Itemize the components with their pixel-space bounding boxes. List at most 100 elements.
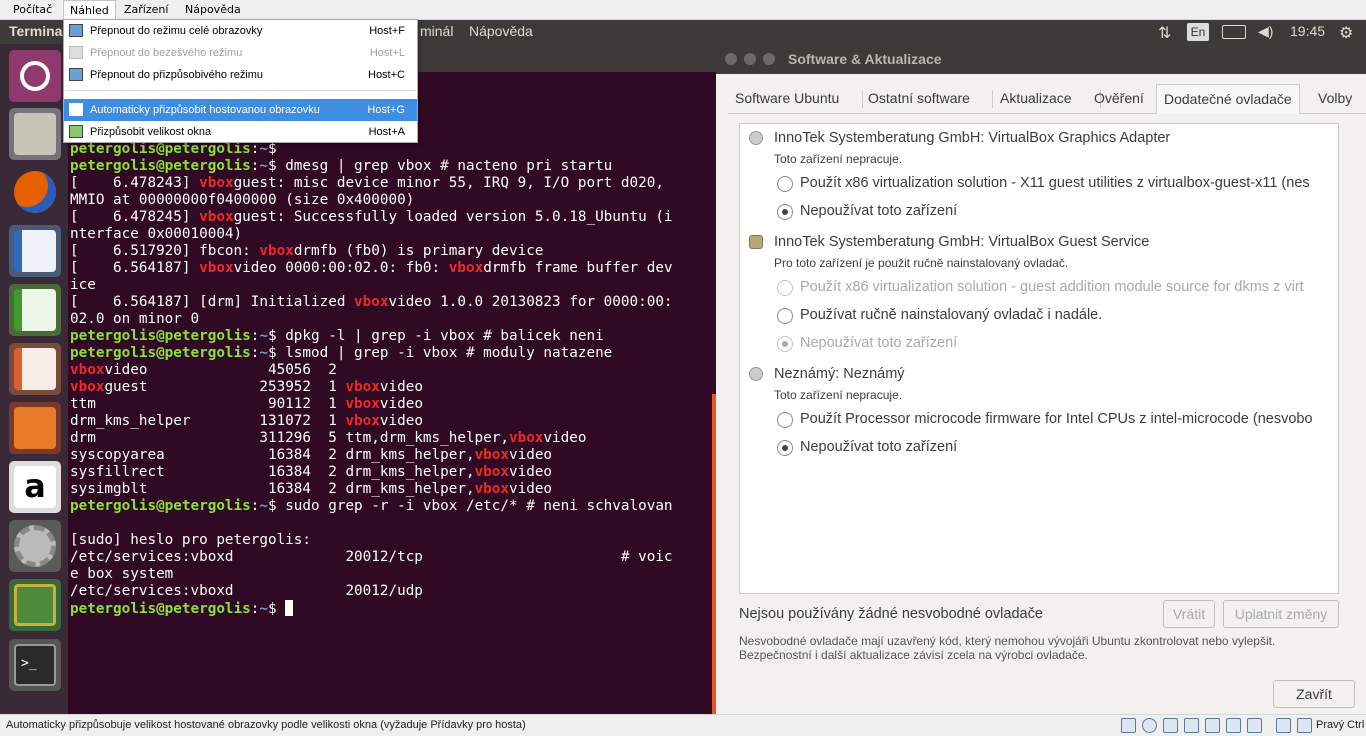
- capture-icon[interactable]: [1276, 718, 1291, 733]
- usb-icon[interactable]: [1205, 718, 1220, 733]
- minimize-window-icon[interactable]: [744, 53, 756, 65]
- grep-match: vbox: [199, 209, 234, 225]
- display-icon[interactable]: [1247, 718, 1262, 733]
- terminal-text: $ dmesg | grep vbox # nacteno pri startu: [267, 158, 613, 174]
- terminal-text: ~: [259, 328, 268, 344]
- menu-nahled[interactable]: Náhled: [63, 0, 116, 20]
- terminal-text: guest 253952 1: [104, 379, 346, 395]
- menu-pocitac[interactable]: Počítač: [7, 0, 58, 20]
- terminal-text: video: [509, 464, 553, 480]
- drivers-note-line2: Bezpečnostní i další aktualizace závisí …: [739, 648, 1088, 662]
- radio-button[interactable]: [777, 280, 793, 296]
- menu-help[interactable]: Nápověda: [469, 23, 533, 39]
- apply-changes-button[interactable]: Uplatnit změny: [1223, 600, 1339, 628]
- unity-launcher: a >_: [0, 44, 68, 714]
- writer-icon[interactable]: [9, 225, 61, 277]
- terminal-text: video: [379, 379, 423, 395]
- device-status: Pro toto zařízení je použit ručně nainst…: [774, 256, 1069, 270]
- terminal-line: ttm 90112 1 vboxvideo: [70, 396, 673, 413]
- device-status: Toto zařízení nepracuje.: [774, 388, 903, 402]
- software-center-icon[interactable]: [9, 402, 61, 454]
- driver-option-radio[interactable]: Použít x86 virtualization solution - gue…: [777, 278, 1357, 298]
- terminal-text: video 45056 2: [104, 362, 337, 378]
- files-icon[interactable]: [9, 108, 61, 160]
- grep-match: vbox: [508, 430, 544, 446]
- battery-icon[interactable]: [1222, 25, 1246, 39]
- power-gear-icon[interactable]: ⚙: [1339, 23, 1353, 43]
- maximize-window-icon[interactable]: [763, 53, 775, 65]
- amazon-icon[interactable]: a: [9, 461, 61, 513]
- terminal-icon[interactable]: >_: [9, 639, 61, 691]
- grep-match: vbox: [474, 481, 509, 497]
- terminal-text: drm_kms_helper 131072 1: [70, 413, 346, 429]
- revert-button[interactable]: Vrátit: [1163, 600, 1215, 628]
- menu-item-label: Přepnout do bezešvého režimu: [90, 47, 243, 59]
- tab-updates[interactable]: Aktualizace: [993, 84, 1079, 114]
- terminal-line: sysimgblt 16384 2 drm_kms_helper,vboxvid…: [70, 481, 673, 498]
- driver-option-radio[interactable]: Používat ručně nainstalovaný ovladač i n…: [777, 306, 1357, 326]
- hard-disk-icon[interactable]: [1121, 718, 1136, 733]
- terminal-text: syscopyarea 16384 2 drm_kms_helper,: [70, 447, 475, 463]
- firefox-icon[interactable]: [9, 166, 61, 218]
- radio-button[interactable]: [777, 308, 793, 324]
- seamless-icon: [69, 46, 83, 59]
- radio-button[interactable]: [777, 204, 793, 220]
- calc-icon[interactable]: [9, 284, 61, 336]
- radio-button[interactable]: [777, 440, 793, 456]
- terminal-text: video: [379, 413, 423, 429]
- driver-option-radio[interactable]: Nepoužívat toto zařízení: [777, 334, 1357, 354]
- menu-terminal[interactable]: minál: [420, 23, 453, 39]
- grep-match: vbox: [70, 379, 105, 395]
- driver-option-radio[interactable]: Použít Processor microcode firmware for …: [777, 410, 1357, 430]
- tab-other-software[interactable]: Ostatní software: [861, 84, 977, 114]
- audio-icon[interactable]: [1163, 718, 1178, 733]
- terminal-text: video: [509, 481, 553, 497]
- mouse-integration-icon[interactable]: [1297, 718, 1312, 733]
- terminal-window[interactable]: petergolis@petergolis:~$ petergolis@peter…: [68, 44, 716, 714]
- tab-options[interactable]: Volby: [1311, 84, 1359, 114]
- clock[interactable]: 19:45: [1290, 23, 1325, 39]
- terminal-text: $ sudo grep -r -i vbox /etc/* # neni sch…: [267, 498, 673, 514]
- network-updown-icon[interactable]: ⇅: [1158, 23, 1171, 43]
- terminal-text: drmfb (fb0) is primary device: [293, 243, 544, 259]
- close-window-icon[interactable]: [725, 53, 737, 65]
- terminal-text: [ 6.564187] [drm] Initialized: [70, 294, 355, 310]
- impress-icon[interactable]: [9, 343, 61, 395]
- radio-button[interactable]: [777, 412, 793, 428]
- menu-item-fullscreen[interactable]: Přepnout do režimu celé obrazovky Host+F: [64, 20, 417, 42]
- tab-software-ubuntu[interactable]: Software Ubuntu: [728, 84, 846, 114]
- driver-option-radio[interactable]: Nepoužívat toto zařízení: [777, 202, 1357, 222]
- terminal-line: MMIO at 00000000f0400000 (size 0x400000): [70, 192, 673, 209]
- radio-button[interactable]: [777, 176, 793, 192]
- terminal-line: petergolis@petergolis:~$: [70, 141, 673, 158]
- menu-napoveda[interactable]: Nápověda: [179, 0, 247, 20]
- option-label: Nepoužívat toto zařízení: [800, 439, 958, 455]
- option-label: Nepoužívat toto zařízení: [800, 335, 958, 351]
- driver-option-radio[interactable]: Použít x86 virtualization solution - X11…: [777, 174, 1357, 194]
- optical-drive-icon[interactable]: [1142, 718, 1157, 733]
- radio-button[interactable]: [777, 336, 793, 352]
- menu-item-scale[interactable]: Přepnout do přizpůsobivého režimu Host+C: [64, 64, 417, 86]
- menu-item-auto-resize[interactable]: Automaticky přizpůsobit hostovanou obraz…: [64, 99, 417, 121]
- terminal-text: video 0000:00:02.0: fb0:: [233, 260, 449, 276]
- keyboard-layout-indicator[interactable]: En: [1187, 23, 1209, 41]
- close-button[interactable]: Zavřít: [1273, 680, 1355, 708]
- tab-authentication[interactable]: Ověření: [1087, 84, 1151, 114]
- hardware-drivers-icon[interactable]: [9, 579, 61, 631]
- tab-additional-drivers[interactable]: Dodatečné ovladače: [1156, 84, 1300, 114]
- menu-item-label: Přepnout do přizpůsobivého režimu: [90, 69, 264, 81]
- driver-option-radio[interactable]: Nepoužívat toto zařízení: [777, 438, 1357, 458]
- terminal-line: [ 6.478243] vboxguest: misc device minor…: [70, 175, 673, 192]
- shared-folders-icon[interactable]: [1226, 718, 1241, 733]
- ubuntu-icon[interactable]: [9, 50, 61, 102]
- menu-zarizeni[interactable]: Zařízení: [118, 0, 174, 20]
- system-settings-icon[interactable]: [9, 520, 61, 572]
- terminal-text: ice: [70, 277, 96, 293]
- menu-item-seamless[interactable]: Přepnout do bezešvého režimu Host+L: [64, 42, 417, 64]
- menu-item-adjust-window[interactable]: Přizpůsobit velikost okna Host+A: [64, 121, 417, 143]
- volume-icon[interactable]: ◀): [1258, 23, 1273, 40]
- terminal-line: vboxvideo 45056 2: [70, 362, 673, 379]
- network-icon[interactable]: [1184, 718, 1199, 733]
- terminal-line: [sudo] heslo pro petergolis:: [70, 532, 673, 549]
